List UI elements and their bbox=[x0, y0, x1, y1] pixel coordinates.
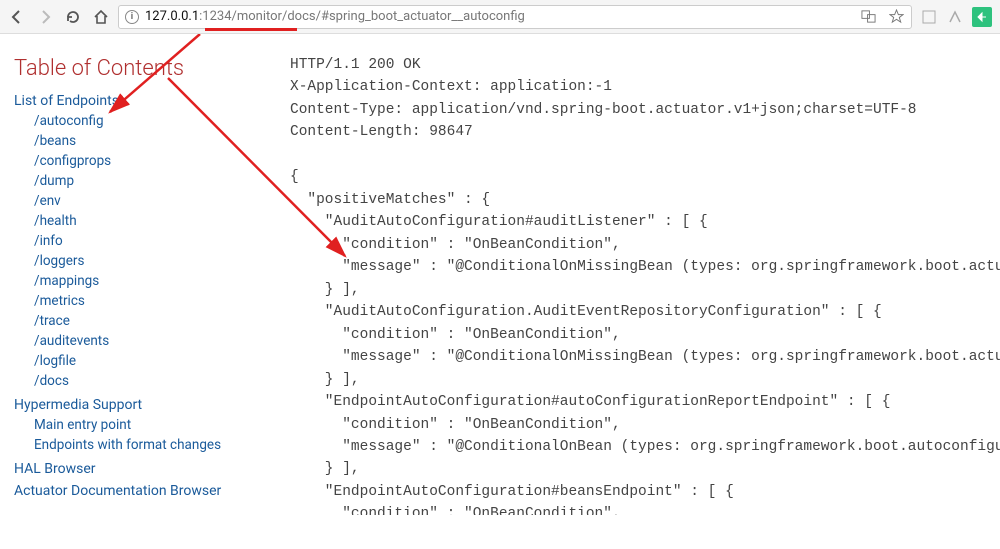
nav-item-auditevents[interactable]: /auditevents bbox=[14, 331, 276, 351]
code-line: "message" : "@ConditionalOnBean (types: … bbox=[290, 439, 1000, 455]
nav-item-configprops[interactable]: /configprops bbox=[14, 151, 276, 171]
code-line: "EndpointAutoConfiguration#beansEndpoint… bbox=[290, 484, 734, 500]
reload-button[interactable] bbox=[64, 8, 82, 26]
code-line: Content-Length: 98647 bbox=[290, 124, 473, 140]
annotation-underline bbox=[205, 28, 297, 31]
code-line: "condition" : "OnBeanCondition", bbox=[290, 506, 621, 515]
response-panel: HTTP/1.1 200 OK X-Application-Context: a… bbox=[290, 34, 1000, 515]
home-button[interactable] bbox=[92, 8, 110, 26]
nav-item-trace[interactable]: /trace bbox=[14, 311, 276, 331]
code-line: "EndpointAutoConfiguration#autoConfigura… bbox=[290, 394, 890, 410]
code-line: "positiveMatches" : { bbox=[290, 192, 490, 208]
translate-icon[interactable] bbox=[859, 8, 877, 26]
extension-icon-2[interactable] bbox=[946, 8, 964, 26]
nav-item-env[interactable]: /env bbox=[14, 191, 276, 211]
nav-item-main-entry[interactable]: Main entry point bbox=[14, 415, 276, 435]
nav-item-health[interactable]: /health bbox=[14, 211, 276, 231]
star-icon[interactable] bbox=[887, 8, 905, 26]
nav-item-beans[interactable]: /beans bbox=[14, 131, 276, 151]
nav-heading-hal[interactable]: HAL Browser bbox=[14, 461, 276, 477]
forward-button[interactable] bbox=[36, 8, 54, 26]
nav-item-autoconfig[interactable]: /autoconfig bbox=[14, 111, 276, 131]
browser-toolbar: i 127.0.0.1:1234/monitor/docs/#spring_bo… bbox=[0, 0, 1000, 34]
extension-icon-1[interactable] bbox=[920, 8, 938, 26]
nav-heading-hypermedia[interactable]: Hypermedia Support bbox=[14, 397, 276, 413]
nav-item-logfile[interactable]: /logfile bbox=[14, 351, 276, 371]
back-button[interactable] bbox=[8, 8, 26, 26]
code-line: { bbox=[290, 169, 299, 185]
code-line: "condition" : "OnBeanCondition", bbox=[290, 237, 621, 253]
nav-item-mappings[interactable]: /mappings bbox=[14, 271, 276, 291]
url-text: 127.0.0.1:1234/monitor/docs/#spring_boot… bbox=[145, 9, 525, 24]
nav-item-format-changes[interactable]: Endpoints with format changes bbox=[14, 435, 276, 455]
code-line: Content-Type: application/vnd.spring-boo… bbox=[290, 102, 917, 118]
sidebar: Table of Contents List of Endpoints /aut… bbox=[0, 34, 290, 515]
code-line: "message" : "@ConditionalOnMissingBean (… bbox=[290, 259, 1000, 275]
code-line: X-Application-Context: application:-1 bbox=[290, 79, 612, 95]
nav-heading-endpoints[interactable]: List of Endpoints bbox=[14, 93, 276, 109]
code-line: } ], bbox=[290, 282, 360, 298]
nav-item-docs[interactable]: /docs bbox=[14, 371, 276, 391]
toc-title: Table of Contents bbox=[14, 56, 276, 81]
nav-item-loggers[interactable]: /loggers bbox=[14, 251, 276, 271]
code-line: } ], bbox=[290, 461, 360, 477]
code-line: "AuditAutoConfiguration#auditListener" :… bbox=[290, 214, 708, 230]
code-line: "condition" : "OnBeanCondition", bbox=[290, 417, 621, 433]
extension-icon-3[interactable] bbox=[972, 7, 992, 27]
nav-item-metrics[interactable]: /metrics bbox=[14, 291, 276, 311]
code-line: "AuditAutoConfiguration.AuditEventReposi… bbox=[290, 304, 882, 320]
nav-item-dump[interactable]: /dump bbox=[14, 171, 276, 191]
code-line: } ], bbox=[290, 372, 360, 388]
code-line: "condition" : "OnBeanCondition", bbox=[290, 327, 621, 343]
code-line: HTTP/1.1 200 OK bbox=[290, 57, 421, 73]
site-info-icon[interactable]: i bbox=[125, 10, 139, 24]
nav-item-info[interactable]: /info bbox=[14, 231, 276, 251]
nav-heading-actuator-docs[interactable]: Actuator Documentation Browser bbox=[14, 483, 276, 499]
code-line: "message" : "@ConditionalOnMissingBean (… bbox=[290, 349, 1000, 365]
address-bar[interactable]: i 127.0.0.1:1234/monitor/docs/#spring_bo… bbox=[118, 5, 912, 29]
